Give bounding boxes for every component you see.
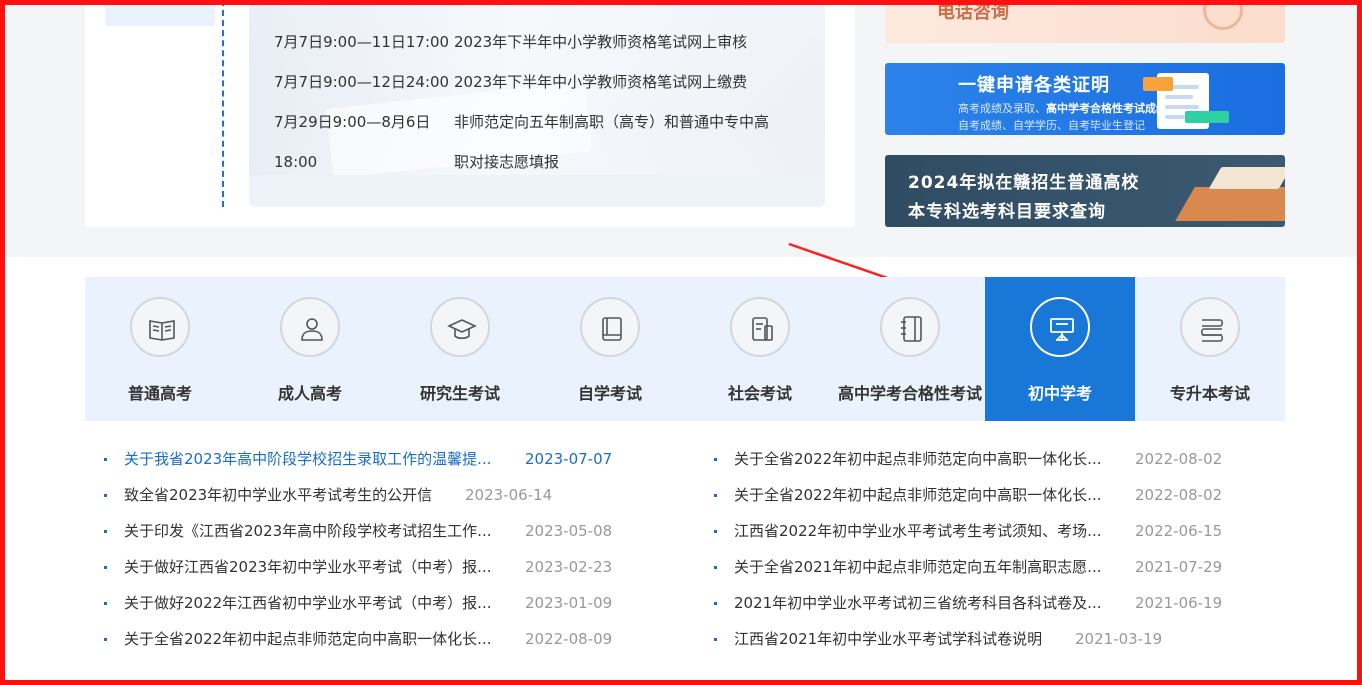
document-tag-icon	[1143, 77, 1173, 91]
tab-label: 高中学考合格性考试	[837, 384, 982, 403]
tab-label: 普通高考	[127, 384, 192, 403]
tab-chuzhong-xuekao[interactable]: 初中学考	[985, 277, 1135, 421]
bullet-icon	[714, 458, 717, 461]
bullet-icon	[714, 494, 717, 497]
schedule-date: 7月7日9:00—11日17:00	[274, 33, 450, 51]
schedule-row[interactable]: 18:00 职对接志愿填报	[274, 152, 559, 172]
news-date: 2021-06-19	[1135, 594, 1223, 612]
tab-gaozhong-xuekao[interactable]: 高中学考合格性考试	[835, 277, 985, 421]
news-title[interactable]: 关于做好江西省2023年初中学业水平考试（中考）报...	[124, 557, 491, 577]
desk-illustration-icon	[1175, 187, 1285, 221]
certificate-banner-subtitle: 高考成绩及录取、高中学考合格性考试成绩	[958, 102, 1167, 115]
bullet-icon	[714, 566, 717, 569]
timeline-line	[222, 0, 224, 207]
news-date: 2023-01-09	[525, 594, 613, 612]
textbook-icon	[580, 297, 640, 357]
news-title[interactable]: 关于我省2023年高中阶段学校招生录取工作的温馨提...	[124, 449, 491, 469]
tab-yanjiusheng[interactable]: 研究生考试	[385, 277, 535, 421]
tab-zixue-kaoshi[interactable]: 自学考试	[535, 277, 685, 421]
schedule-panel: 7月7日9:00—11日17:00 2023年下半年中小学教师资格笔试网上审核 …	[249, 0, 825, 207]
schedule-text: 2023年下半年中小学教师资格笔试网上审核	[454, 33, 748, 51]
tab-label: 成人高考	[277, 384, 342, 403]
document-tag-icon	[1185, 111, 1229, 123]
news-date: 2023-07-07	[525, 450, 613, 468]
news-title[interactable]: 关于全省2022年初中起点非师范定向中高职一体化长...	[734, 485, 1101, 505]
tab-label: 自学考试	[577, 384, 642, 403]
news-date: 2022-08-02	[1135, 486, 1223, 504]
bullet-icon	[104, 458, 107, 461]
notebook-icon	[880, 297, 940, 357]
news-title[interactable]: 关于全省2022年初中起点非师范定向中高职一体化长...	[734, 449, 1101, 469]
news-title[interactable]: 致全省2023年初中学业水平考试考生的公开信	[124, 485, 432, 505]
tab-zhuanshengben[interactable]: 专升本考试	[1135, 277, 1285, 421]
schedule-side-tab[interactable]	[105, 0, 215, 26]
bullet-icon	[104, 566, 107, 569]
bullet-icon	[104, 602, 107, 605]
tab-shehui-kaoshi[interactable]: 社会考试	[685, 277, 835, 421]
news-date: 2023-02-23	[525, 558, 613, 576]
bullet-icon	[104, 530, 107, 533]
tab-label: 社会考试	[727, 384, 792, 403]
bullet-icon	[714, 638, 717, 641]
news-title[interactable]: 关于做好2022年江西省初中学业水平考试（中考）报...	[124, 593, 491, 613]
tab-label: 初中学考	[1027, 384, 1092, 403]
phone-consult-banner[interactable]: 电话咨询	[885, 0, 1285, 43]
bullet-icon	[104, 638, 107, 641]
document-icon	[730, 297, 790, 357]
phone-icon	[1203, 0, 1243, 30]
schedule-date: 7月7日9:00—12日24:00	[274, 73, 450, 91]
tab-putong-gaokao[interactable]: 普通高考	[85, 277, 235, 421]
schedule-date: 18:00	[274, 153, 318, 171]
certificate-apply-banner[interactable]: 一键申请各类证明 高考成绩及录取、高中学考合格性考试成绩 自考成绩、自学学历、自…	[885, 63, 1285, 135]
news-title[interactable]: 江西省2021年初中学业水平考试学科试卷说明	[734, 629, 1042, 649]
person-icon	[280, 297, 340, 357]
certificate-banner-subtitle-2: 自考成绩、自学学历、自考毕业生登记	[958, 119, 1145, 132]
certificate-banner-title: 一键申请各类证明	[958, 75, 1110, 96]
paper-illustration-icon	[1208, 167, 1285, 189]
news-title[interactable]: 2021年初中学业水平考试初三省统考科目各科试卷及...	[734, 593, 1101, 613]
schedule-text: 职对接志愿填报	[454, 153, 560, 171]
news-title[interactable]: 关于全省2022年初中起点非师范定向中高职一体化长...	[124, 629, 491, 649]
news-date: 2023-06-14	[465, 486, 553, 504]
bullet-icon	[714, 530, 717, 533]
schedule-date: 7月29日9:00—8月6日	[274, 113, 431, 131]
bullet-icon	[714, 602, 717, 605]
tab-label: 专升本考试	[1169, 384, 1250, 403]
news-date: 2022-08-02	[1135, 450, 1223, 468]
tab-chengren-gaokao[interactable]: 成人高考	[235, 277, 385, 421]
news-date: 2023-05-08	[525, 522, 613, 540]
exam-category-tabs: 普通高考 成人高考 研究生考试 自学考试 社会考试 高中学考合格性考试 初中学考…	[85, 277, 1285, 421]
schedule-row[interactable]: 7月7日9:00—11日17:00 2023年下半年中小学教师资格笔试网上审核	[274, 32, 747, 52]
news-title[interactable]: 关于全省2021年初中起点非师范定向五年制高职志愿...	[734, 557, 1101, 577]
major-banner-title-line2: 本专科选考科目要求查询	[908, 202, 1106, 222]
schedule-text: 2023年下半年中小学教师资格笔试网上缴费	[454, 73, 748, 91]
news-date: 2022-08-09	[525, 630, 613, 648]
major-requirements-banner[interactable]: 2024年拟在赣招生普通高校 本专科选考科目要求查询	[885, 155, 1285, 227]
schedule-row[interactable]: 7月29日9:00—8月6日 非师范定向五年制高职（高专）和普通中专中高	[274, 112, 769, 132]
news-title[interactable]: 江西省2022年初中学业水平考试考生考试须知、考场...	[734, 521, 1101, 541]
book-icon	[130, 297, 190, 357]
presentation-board-icon	[1030, 297, 1090, 357]
phone-consult-title: 电话咨询	[937, 2, 1009, 23]
schedule-bottom-band	[249, 175, 825, 207]
graduation-cap-icon	[430, 297, 490, 357]
stacked-books-icon	[1180, 297, 1240, 357]
major-banner-title-line1: 2024年拟在赣招生普通高校	[908, 173, 1140, 193]
news-title[interactable]: 关于印发《江西省2023年高中阶段学校考试招生工作...	[124, 521, 491, 541]
news-date: 2021-03-19	[1075, 630, 1163, 648]
tab-label: 研究生考试	[419, 384, 500, 403]
news-date: 2021-07-29	[1135, 558, 1223, 576]
news-date: 2022-06-15	[1135, 522, 1223, 540]
bullet-icon	[104, 494, 107, 497]
schedule-row[interactable]: 7月7日9:00—12日24:00 2023年下半年中小学教师资格笔试网上缴费	[274, 72, 747, 92]
schedule-text: 非师范定向五年制高职（高专）和普通中专中高	[454, 113, 770, 131]
